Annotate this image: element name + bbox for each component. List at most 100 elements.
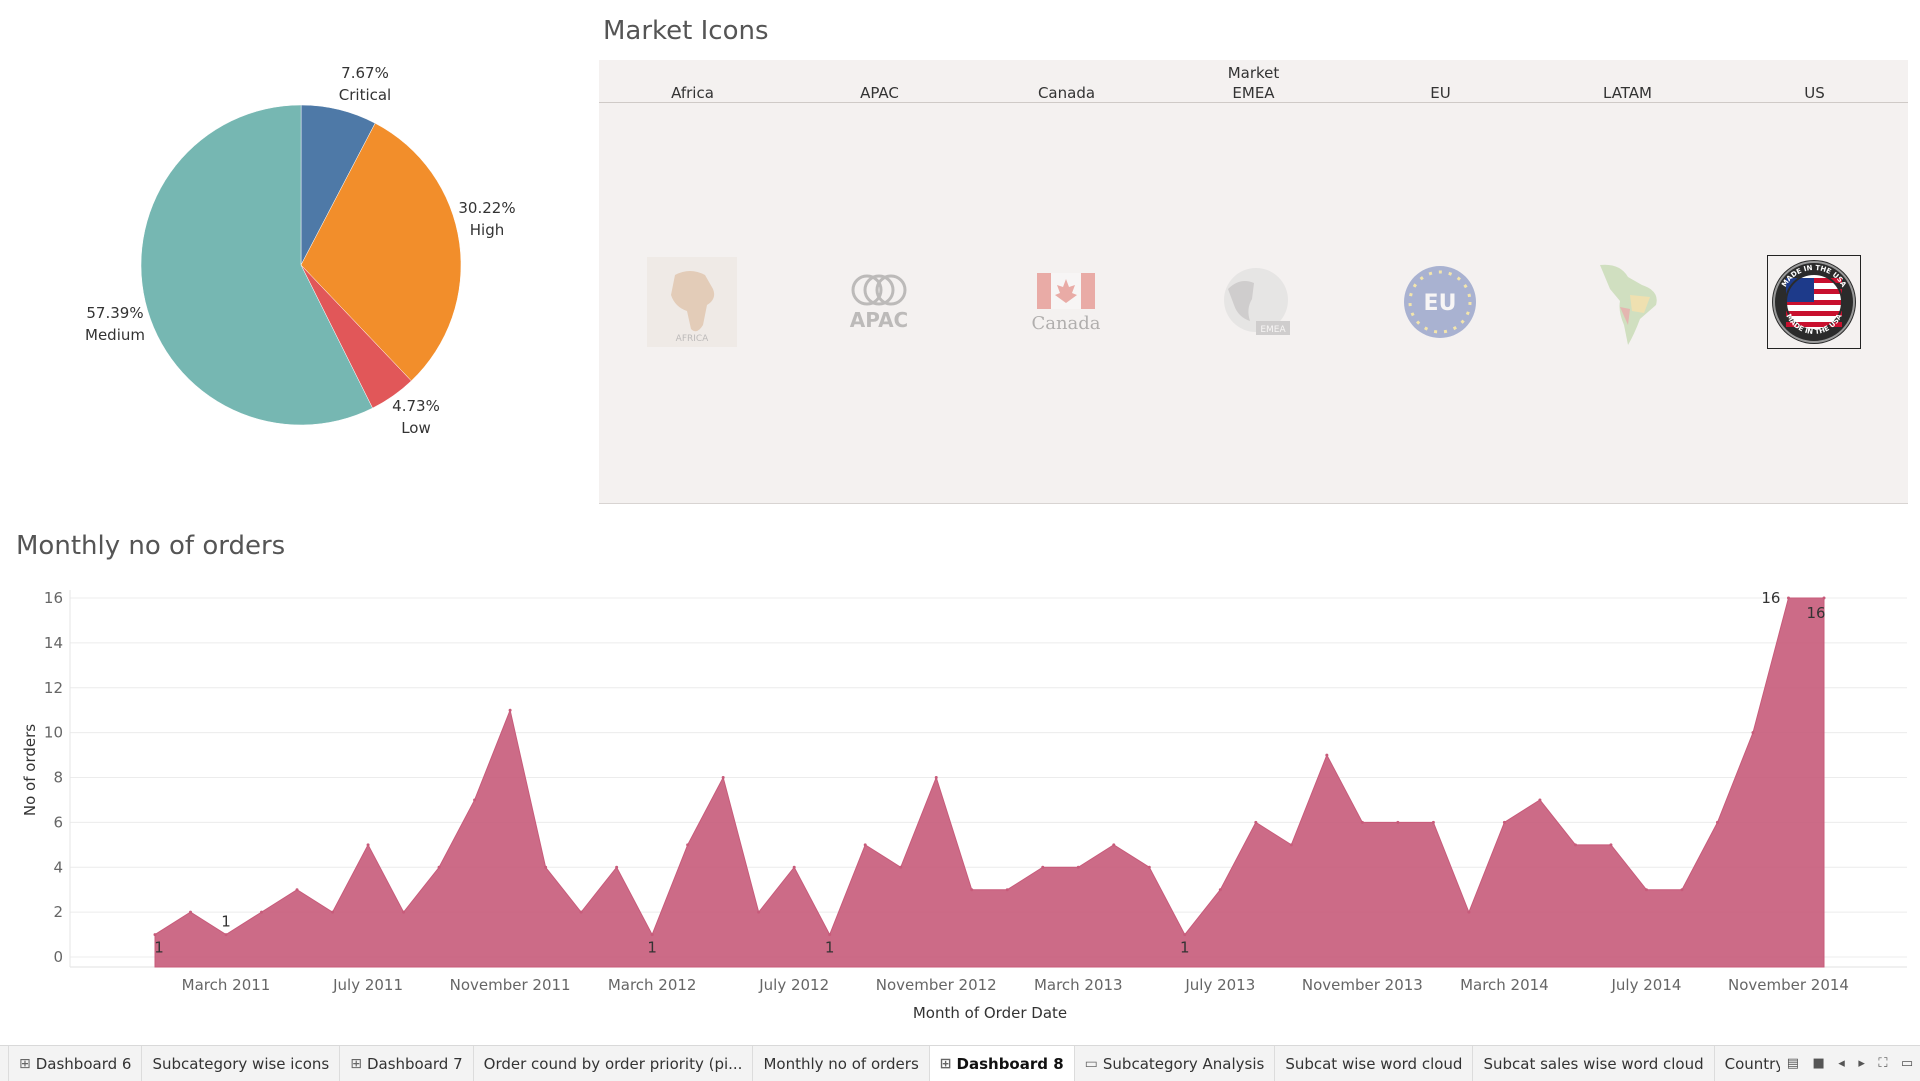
africa-map-icon[interactable]: AFRICA — [645, 255, 739, 349]
tab-monthly-no-of-orders[interactable]: Monthly no of orders — [753, 1046, 930, 1081]
tab-label: Monthly no of orders — [763, 1054, 919, 1073]
tab-dashboard-6[interactable]: ⊞ Dashboard 6 — [9, 1046, 143, 1081]
x-tick-label: November 2014 — [1728, 976, 1849, 994]
latam-map-icon[interactable] — [1580, 255, 1674, 349]
data-point[interactable] — [1147, 865, 1151, 869]
data-point[interactable] — [1751, 731, 1755, 735]
tab-overflow-left[interactable] — [0, 1046, 9, 1081]
presentation-icon[interactable]: ▭ — [1901, 1056, 1913, 1071]
data-point[interactable] — [437, 865, 441, 869]
next-tab-icon[interactable]: ▸ — [1858, 1056, 1865, 1071]
show-filmstrip-icon[interactable]: ▤ — [1787, 1056, 1799, 1071]
canada-flag-icon[interactable]: Canada — [1019, 255, 1113, 349]
tab-subcategory-wise-icons[interactable]: Subcategory wise icons — [142, 1046, 341, 1081]
pie-label-percent-high: 30.22% — [458, 199, 515, 217]
data-point[interactable] — [757, 910, 761, 914]
market-label-canada: Canada — [1037, 84, 1096, 102]
canada-icon-text: Canada — [1031, 313, 1100, 334]
market-header-label: Market — [1227, 64, 1280, 82]
x-tick-label: July 2012 — [758, 976, 829, 994]
data-point[interactable] — [1467, 910, 1471, 914]
data-point[interactable] — [1396, 820, 1400, 824]
sheet-tab-bar: ⊞ Dashboard 6 Subcategory wise icons ⊞ Das… — [0, 1045, 1920, 1081]
dashboard-icon: ⊞ — [19, 1055, 31, 1072]
data-point[interactable] — [970, 888, 974, 892]
tab-dashboard-8[interactable]: ⊞ Dashboard 8 — [929, 1046, 1075, 1081]
y-tick-label: 12 — [44, 679, 63, 697]
data-point[interactable] — [1538, 798, 1542, 802]
data-point[interactable] — [1680, 888, 1684, 892]
data-point[interactable] — [153, 933, 157, 937]
x-tick-label: July 2014 — [1610, 976, 1681, 994]
y-tick-label: 10 — [44, 724, 63, 742]
data-point[interactable] — [189, 910, 193, 914]
data-point[interactable] — [366, 843, 370, 847]
data-point[interactable] — [1325, 753, 1329, 757]
data-point[interactable] — [260, 910, 264, 914]
market-label-africa: Africa — [671, 84, 714, 102]
data-point[interactable] — [1502, 820, 1506, 824]
tab-subcat-word-cloud[interactable]: Subcat wise word cloud — [1275, 1046, 1474, 1081]
data-point[interactable] — [899, 865, 903, 869]
data-point[interactable] — [402, 910, 406, 914]
data-label: 16 — [1761, 589, 1780, 607]
eu-badge-icon[interactable]: EU — [1393, 255, 1487, 349]
data-point[interactable] — [508, 708, 512, 712]
tab-dashboard-7[interactable]: ⊞ Dashboard 7 — [340, 1046, 474, 1081]
made-in-usa-badge-icon[interactable]: MADE IN THE USA MADE IN THE USA — [1767, 255, 1861, 349]
data-point[interactable] — [1822, 596, 1826, 600]
data-point[interactable] — [650, 933, 654, 937]
data-point[interactable] — [1076, 865, 1080, 869]
data-point[interactable] — [1786, 596, 1790, 600]
data-point[interactable] — [863, 843, 867, 847]
data-point[interactable] — [792, 865, 796, 869]
data-point[interactable] — [331, 910, 335, 914]
data-point[interactable] — [1609, 843, 1613, 847]
data-point[interactable] — [1112, 843, 1116, 847]
data-point[interactable] — [828, 933, 832, 937]
prev-tab-icon[interactable]: ◂ — [1838, 1056, 1845, 1071]
data-point[interactable] — [934, 776, 938, 779]
data-point[interactable] — [1183, 933, 1187, 937]
show-tabs-icon[interactable]: ■ — [1813, 1056, 1825, 1071]
data-point[interactable] — [1005, 888, 1009, 892]
data-point[interactable] — [1289, 843, 1293, 847]
data-point[interactable] — [579, 910, 583, 914]
data-point[interactable] — [1715, 820, 1719, 824]
data-point[interactable] — [1360, 820, 1364, 824]
x-tick-label: November 2013 — [1302, 976, 1423, 994]
monthly-orders-title: Monthly no of orders — [16, 531, 286, 561]
data-point[interactable] — [473, 798, 477, 802]
tab-label: Dashboard 6 — [35, 1054, 132, 1073]
y-tick-label: 0 — [53, 948, 63, 966]
data-point[interactable] — [1644, 888, 1648, 892]
emea-globe-icon[interactable]: EMEA — [1206, 255, 1300, 349]
data-point[interactable] — [615, 865, 619, 869]
tab-subcat-sales-word-cloud[interactable]: Subcat sales wise word cloud — [1473, 1046, 1715, 1081]
data-point[interactable] — [224, 933, 228, 937]
tab-subcategory-analysis[interactable]: ▭ Subcategory Analysis — [1075, 1046, 1276, 1081]
market-label-emea: EMEA — [1232, 84, 1275, 102]
orders-area-series[interactable] — [154, 597, 1825, 968]
x-tick-label: March 2011 — [182, 976, 271, 994]
tab-order-count-by-priority[interactable]: Order cound by order priority (pi... — [474, 1046, 754, 1081]
data-point[interactable] — [1041, 865, 1045, 869]
pie-label-percent-medium: 57.39% — [86, 304, 143, 322]
africa-icon-text: AFRICA — [676, 334, 710, 344]
data-point[interactable] — [686, 843, 690, 847]
y-tick-label: 4 — [53, 858, 63, 876]
y-tick-label: 6 — [53, 813, 63, 831]
data-point[interactable] — [1573, 843, 1577, 847]
data-point[interactable] — [544, 865, 548, 869]
data-point[interactable] — [1254, 820, 1258, 824]
fullscreen-icon[interactable]: ⛶ — [1878, 1056, 1887, 1071]
apac-logo-icon[interactable]: APAC — [832, 255, 926, 349]
data-point[interactable] — [721, 776, 725, 779]
data-point[interactable] — [295, 888, 299, 892]
market-label-eu: EU — [1430, 84, 1451, 102]
pie-label-name-medium: Medium — [85, 326, 145, 344]
monthly-orders-area-chart: 0 2 4 6 8 10 12 14 16 1 1 1 1 1 16 16 March 2011 July 201… — [21, 589, 1907, 1022]
data-point[interactable] — [1218, 888, 1222, 892]
y-tick-label: 16 — [44, 589, 63, 607]
data-point[interactable] — [1431, 820, 1435, 824]
